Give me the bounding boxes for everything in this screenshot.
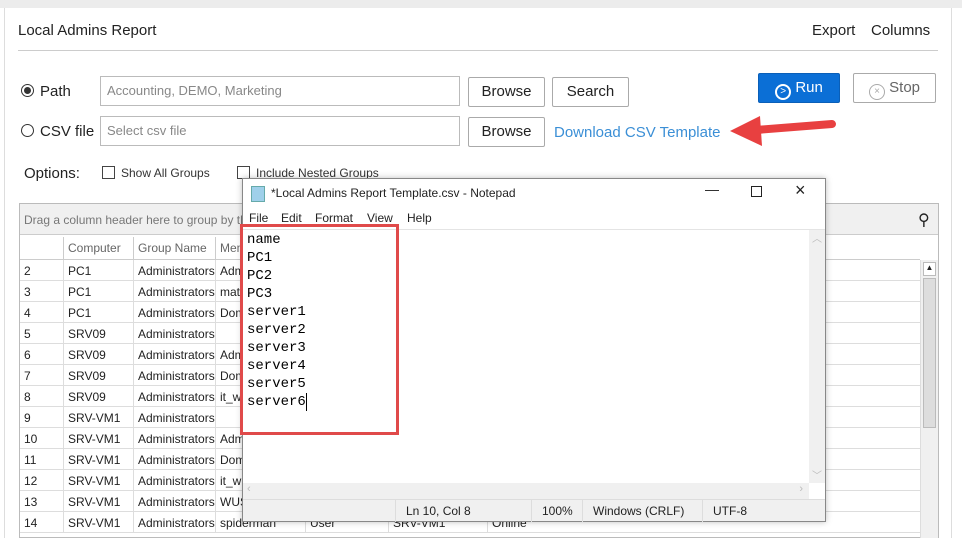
table-cell: 2: [24, 264, 31, 278]
table-cell: 3: [24, 285, 31, 299]
table-cell: Administrators: [133, 491, 215, 512]
table-cell: PC1: [63, 302, 133, 323]
table-cell: Administrators: [133, 407, 215, 428]
browse-csv-button[interactable]: Browse: [468, 117, 545, 147]
highlight-box-annotation: [240, 224, 399, 435]
table-cell: SRV-VM1: [63, 512, 133, 533]
table-cell: PC1: [63, 260, 133, 281]
page-title: Local Admins Report: [18, 22, 157, 39]
menu-help[interactable]: Help: [407, 211, 432, 225]
download-csv-template-link[interactable]: Download CSV Template: [554, 124, 720, 141]
table-cell: 10: [24, 432, 38, 446]
stop-button[interactable]: × Stop: [853, 73, 936, 103]
table-cell: SRV09: [63, 386, 133, 407]
table-cell: SRV09: [63, 323, 133, 344]
table-cell: SRV-VM1: [63, 449, 133, 470]
table-cell: 12: [24, 474, 38, 488]
run-label: Run: [795, 79, 823, 96]
close-button[interactable]: ×: [795, 180, 806, 201]
notepad-icon: [251, 186, 265, 202]
menu-file[interactable]: File: [249, 211, 268, 225]
column-header-group-name[interactable]: Group Name: [133, 237, 215, 259]
table-cell: 11: [24, 453, 37, 467]
options-label: Options:: [24, 165, 80, 182]
red-arrow-annotation: [730, 116, 836, 146]
status-encoding: UTF-8: [702, 500, 802, 522]
table-cell: 4: [24, 306, 31, 320]
column-header-computer[interactable]: Computer: [63, 237, 133, 259]
show-all-groups-checkbox[interactable]: Show All Groups: [102, 166, 210, 180]
path-input[interactable]: Accounting, DEMO, Marketing: [100, 76, 460, 106]
path-radio[interactable]: [21, 84, 34, 100]
menu-format[interactable]: Format: [315, 211, 353, 225]
table-cell: Administrators: [133, 449, 215, 470]
csv-input[interactable]: Select csv file: [100, 116, 460, 146]
table-cell: Administrators: [133, 428, 215, 449]
table-cell: SRV09: [63, 365, 133, 386]
table-cell: 9: [24, 411, 31, 425]
menu-view[interactable]: View: [367, 211, 393, 225]
maximize-button[interactable]: [751, 186, 762, 197]
run-button[interactable]: > Run: [758, 73, 840, 103]
notepad-vertical-scrollbar[interactable]: ︿ ﹀: [809, 230, 825, 483]
csv-radio[interactable]: [21, 124, 34, 140]
table-cell: SRV-VM1: [63, 407, 133, 428]
table-cell: PC1: [63, 281, 133, 302]
status-line-ending: Windows (CRLF): [582, 500, 704, 522]
status-zoom: 100%: [531, 500, 581, 522]
table-cell: 5: [24, 327, 31, 341]
table-cell: Administrators: [133, 281, 215, 302]
search-button[interactable]: Search: [552, 77, 629, 107]
table-cell: Administrators: [133, 260, 215, 281]
export-button[interactable]: Export: [812, 22, 855, 39]
table-cell: SRV-VM1: [63, 428, 133, 449]
table-cell: Administrators: [133, 386, 215, 407]
table-cell: Administrators: [133, 302, 215, 323]
table-cell: 14: [24, 516, 38, 530]
path-label: Path: [40, 83, 71, 100]
notepad-status-bar: Ln 10, Col 8 100% Windows (CRLF) UTF-8: [243, 499, 825, 522]
table-cell: Administrators: [133, 344, 215, 365]
notepad-title: *Local Admins Report Template.csv - Note…: [271, 186, 516, 200]
notepad-horizontal-scrollbar[interactable]: ‹ ›: [243, 483, 809, 499]
table-cell: SRV-VM1: [63, 470, 133, 491]
table-cell: 13: [24, 495, 38, 509]
stop-icon: ×: [868, 84, 885, 100]
table-cell: SRV-VM1: [63, 491, 133, 512]
table-cell: 8: [24, 390, 31, 404]
table-cell: 6: [24, 348, 31, 362]
stop-label: Stop: [889, 79, 921, 96]
menu-edit[interactable]: Edit: [281, 211, 302, 225]
browse-path-button[interactable]: Browse: [468, 77, 545, 107]
search-icon[interactable]: ⚲: [918, 210, 930, 230]
table-cell: Administrators: [133, 470, 215, 491]
table-cell: Administrators: [133, 323, 215, 344]
table-cell: SRV09: [63, 344, 133, 365]
divider: [18, 50, 938, 51]
columns-button[interactable]: Columns: [871, 22, 930, 39]
csv-label: CSV file: [40, 123, 95, 140]
status-position: Ln 10, Col 8: [395, 500, 541, 522]
table-cell: Administrators: [133, 512, 215, 533]
run-icon: >: [775, 84, 792, 100]
minimize-button[interactable]: —: [705, 181, 719, 197]
table-cell: 7: [24, 369, 31, 383]
grid-vertical-scrollbar[interactable]: ▲: [920, 260, 938, 538]
table-cell: Administrators: [133, 365, 215, 386]
top-strip: [0, 0, 962, 8]
